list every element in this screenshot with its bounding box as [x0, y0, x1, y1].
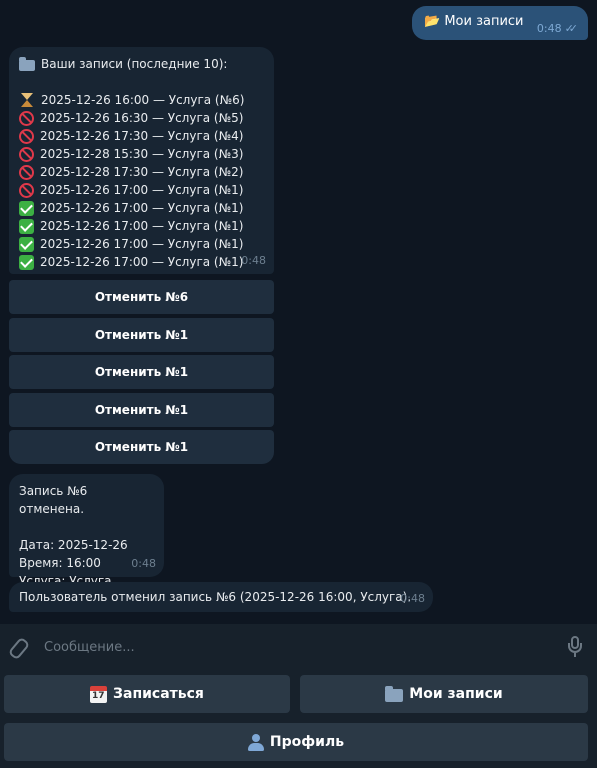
folder-icon	[19, 56, 35, 71]
records-list: 2025-12-26 16:00 — Услуга (№6) 2025-12-26…	[19, 91, 264, 271]
message-time: 0:48	[400, 592, 425, 605]
message-time: 0:48	[131, 557, 156, 570]
record-item-text: 2025-12-26 17:00 — Услуга (№1)	[40, 219, 244, 233]
no-entry-icon	[19, 146, 34, 162]
record-item-text: 2025-12-26 17:30 — Услуга (№4)	[40, 129, 244, 143]
record-item-text: 2025-12-26 16:00 — Услуга (№6)	[41, 93, 245, 107]
record-item-text: 2025-12-26 17:00 — Услуга (№1)	[40, 183, 244, 197]
record-item: 2025-12-28 15:30 — Услуга (№3)	[19, 145, 264, 163]
message-composer	[0, 624, 597, 670]
cancel-button-1[interactable]: Отменить №1	[9, 393, 274, 427]
person-icon	[247, 733, 264, 751]
chat-area: 📂 Мои записи 0:48 ✓✓ Ваши записи (послед…	[0, 0, 597, 624]
message-time: 0:48	[241, 254, 266, 267]
my-records-button[interactable]: Мои записи	[300, 675, 588, 713]
record-item: 2025-12-26 17:00 — Услуга (№1)	[19, 253, 264, 271]
check-mark-icon	[19, 236, 34, 252]
no-entry-icon	[19, 110, 34, 126]
profile-button-label: Профиль	[269, 734, 345, 750]
records-header: Ваши записи (последние 10):	[19, 55, 264, 73]
record-item-text: 2025-12-26 17:00 — Услуга (№1)	[40, 237, 244, 251]
records-header-text: Ваши записи (последние 10):	[41, 57, 228, 71]
outgoing-message-text: 📂 Мои записи	[424, 14, 524, 29]
outgoing-message[interactable]: 📂 Мои записи 0:48 ✓✓	[412, 6, 588, 40]
check-mark-icon	[19, 200, 34, 216]
reply-keyboard: Записаться Мои записи Профиль	[0, 670, 597, 768]
no-entry-icon	[19, 182, 34, 198]
message-time: 0:48	[536, 22, 562, 35]
record-item: 2025-12-26 16:00 — Услуга (№6)	[19, 91, 264, 109]
record-item: 2025-12-26 16:30 — Услуга (№5)	[19, 109, 264, 127]
outgoing-message-meta: 0:48 ✓✓	[537, 22, 578, 35]
notification-message[interactable]: Пользователь отменил запись №6 (2025-12-…	[9, 582, 433, 612]
record-item-text: 2025-12-26 16:30 — Услуга (№5)	[40, 111, 244, 125]
check-mark-icon	[19, 254, 34, 270]
record-item: 2025-12-26 17:30 — Услуга (№4)	[19, 127, 264, 145]
records-message[interactable]: Ваши записи (последние 10): 2025-12-26 1…	[9, 47, 274, 274]
cancel-button-1[interactable]: Отменить №1	[9, 355, 274, 389]
message-input[interactable]	[44, 639, 544, 655]
calendar-icon	[90, 685, 108, 703]
no-entry-icon	[19, 128, 34, 144]
record-item: 2025-12-26 17:00 — Услуга (№1)	[19, 199, 264, 217]
cancel-text: Запись №6 отменена.	[19, 484, 88, 516]
record-item-text: 2025-12-28 17:30 — Услуга (№2)	[40, 165, 244, 179]
cancel-button-1[interactable]: Отменить №1	[9, 318, 274, 352]
record-item-text: 2025-12-26 17:00 — Услуга (№1)	[40, 201, 244, 215]
cancel-confirmation-message[interactable]: Запись №6 отменена. Дата: 2025-12-26 Вре…	[9, 474, 164, 588]
book-button-label: Записаться	[113, 686, 204, 702]
record-item: 2025-12-26 17:00 — Услуга (№1)	[19, 217, 264, 235]
cancel-button-6[interactable]: Отменить №6	[9, 280, 274, 314]
record-item: 2025-12-28 17:30 — Услуга (№2)	[19, 163, 264, 181]
record-item: 2025-12-26 17:00 — Услуга (№1)	[19, 181, 264, 199]
profile-button[interactable]: Профиль	[4, 723, 588, 761]
cancel-button-1[interactable]: Отменить №1	[9, 430, 274, 464]
no-entry-icon	[19, 164, 34, 180]
notification-text: Пользователь отменил запись №6 (2025-12-…	[19, 590, 412, 604]
check-mark-icon	[19, 218, 34, 234]
cancel-date: Дата: 2025-12-26	[19, 538, 128, 552]
read-checkmarks-icon: ✓✓	[564, 22, 579, 35]
paperclip-icon[interactable]	[8, 637, 28, 657]
hourglass-icon	[21, 93, 33, 107]
my-records-button-label: Мои записи	[409, 686, 503, 702]
record-item: 2025-12-26 17:00 — Услуга (№1)	[19, 235, 264, 253]
record-item-text: 2025-12-26 17:00 — Услуга (№1)	[40, 255, 244, 269]
book-button[interactable]: Записаться	[4, 675, 290, 713]
microphone-icon[interactable]	[565, 636, 585, 660]
record-item-text: 2025-12-28 15:30 — Услуга (№3)	[40, 147, 244, 161]
folder-icon	[385, 685, 404, 702]
